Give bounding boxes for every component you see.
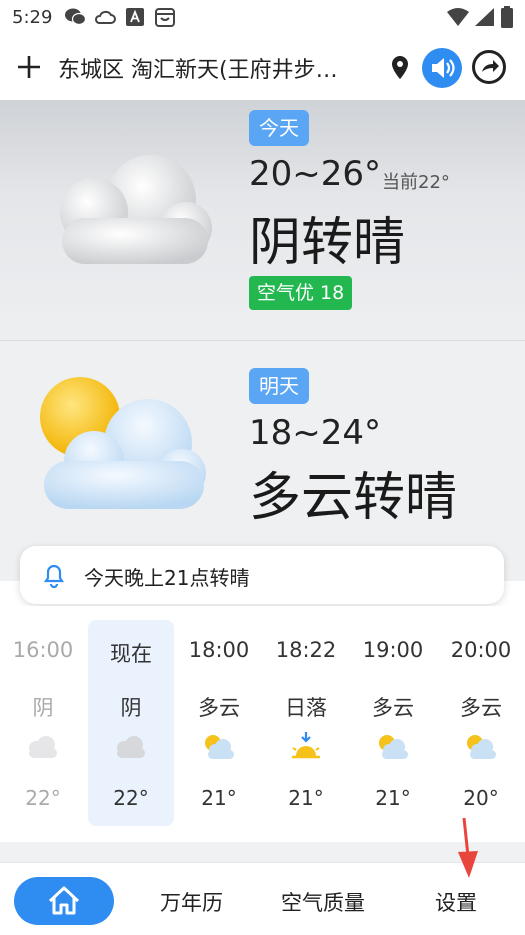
hour-item[interactable]: 20:00 多云 20°	[438, 620, 524, 826]
today-badge: 今天	[249, 110, 309, 146]
hour-time: 20:00	[450, 638, 512, 662]
nav-calendar[interactable]: 万年历	[160, 887, 223, 917]
speaker-icon	[432, 58, 455, 78]
nav-settings[interactable]: 设置	[435, 887, 477, 917]
nav-home-button[interactable]	[14, 877, 114, 925]
nav-air-quality[interactable]: 空气质量	[281, 887, 365, 917]
hour-time: 19:00	[362, 638, 424, 662]
cloud-icon	[29, 736, 57, 758]
home-icon	[48, 886, 80, 915]
hour-item[interactable]: 19:00 多云 21°	[350, 620, 436, 826]
partly-cloudy-large-icon	[40, 377, 206, 509]
notice-text: 今天晚上21点转晴	[84, 566, 250, 590]
hour-condition: 阴	[32, 696, 54, 720]
section-separator	[0, 842, 525, 862]
hour-condition: 阴	[120, 696, 142, 720]
hour-temp: 20°	[463, 786, 499, 810]
location-title[interactable]: 东城区 淘汇新天(王府井步…	[58, 52, 378, 84]
today-forecast-card[interactable]: 今天 20~26° 当前22° 阴转晴 空气优 18	[0, 100, 525, 340]
hourly-forecast[interactable]: 16:00 阴 22° 现在 阴 22° 18:00 多云 21° 18:22 …	[0, 606, 525, 842]
hour-temp: 21°	[288, 786, 324, 810]
signal-icon	[475, 8, 494, 26]
hour-temp: 21°	[375, 786, 411, 810]
hour-item[interactable]: 16:00 阴 22°	[0, 620, 86, 826]
system-icons	[447, 6, 513, 28]
hour-condition: 多云	[372, 696, 414, 720]
partly-cloudy-icon	[379, 735, 408, 759]
overcast-cloud-icon	[60, 155, 212, 264]
weather-notice[interactable]: 今天晚上21点转晴	[20, 546, 504, 604]
hour-temp: 21°	[201, 786, 237, 810]
tomorrow-forecast-card[interactable]: 明天 18~24° 多云转晴	[0, 341, 525, 581]
hour-item-now[interactable]: 现在 阴 22°	[88, 620, 174, 826]
partly-cloudy-icon	[467, 735, 496, 759]
tomorrow-temp-range: 18~24°	[249, 413, 382, 453]
hour-time: 18:22	[275, 638, 337, 662]
red-arrow-annotation	[458, 817, 478, 878]
today-temp-range: 20~26°	[249, 154, 382, 194]
hour-condition: 多云	[460, 696, 502, 720]
status-time: 5:29	[12, 7, 53, 28]
add-city-icon[interactable]	[14, 52, 44, 82]
hour-item[interactable]: 18:00 多云 21°	[176, 620, 262, 826]
aqi-badge[interactable]: 空气优 18	[249, 276, 353, 310]
wechat-icon	[64, 6, 87, 28]
bottom-nav: 万年历 空气质量 设置	[0, 862, 525, 935]
bell-icon	[42, 562, 66, 589]
share-arrow-icon	[482, 60, 499, 72]
location-pin-icon[interactable]	[388, 54, 412, 82]
hour-time: 16:00	[12, 638, 74, 662]
today-condition: 阴转晴	[249, 213, 406, 273]
notification-icons	[64, 6, 176, 28]
partly-cloudy-icon	[205, 735, 234, 759]
app-a-icon	[124, 6, 146, 28]
share-button[interactable]	[472, 50, 506, 84]
hour-time: 现在	[110, 642, 152, 666]
tomorrow-badge: 明天	[249, 368, 309, 404]
hour-item[interactable]: 18:22 日落 21°	[263, 620, 349, 826]
sunset-icon	[292, 732, 320, 759]
wifi-icon	[447, 8, 469, 26]
hour-time: 18:00	[188, 638, 250, 662]
voice-broadcast-button[interactable]	[422, 48, 462, 88]
hour-condition: 多云	[198, 696, 240, 720]
status-bar: 5:29	[0, 0, 525, 36]
battery-icon	[501, 6, 513, 28]
header: 东城区 淘汇新天(王府井步…	[0, 36, 525, 100]
app-box-icon	[154, 6, 176, 28]
hour-temp: 22°	[113, 786, 149, 810]
current-temp: 当前22°	[382, 172, 450, 193]
cloud-icon	[117, 736, 145, 758]
cloud-status-icon	[94, 6, 116, 28]
tomorrow-condition: 多云转晴	[249, 468, 458, 528]
hour-temp: 22°	[25, 786, 61, 810]
hour-condition: 日落	[285, 696, 327, 720]
